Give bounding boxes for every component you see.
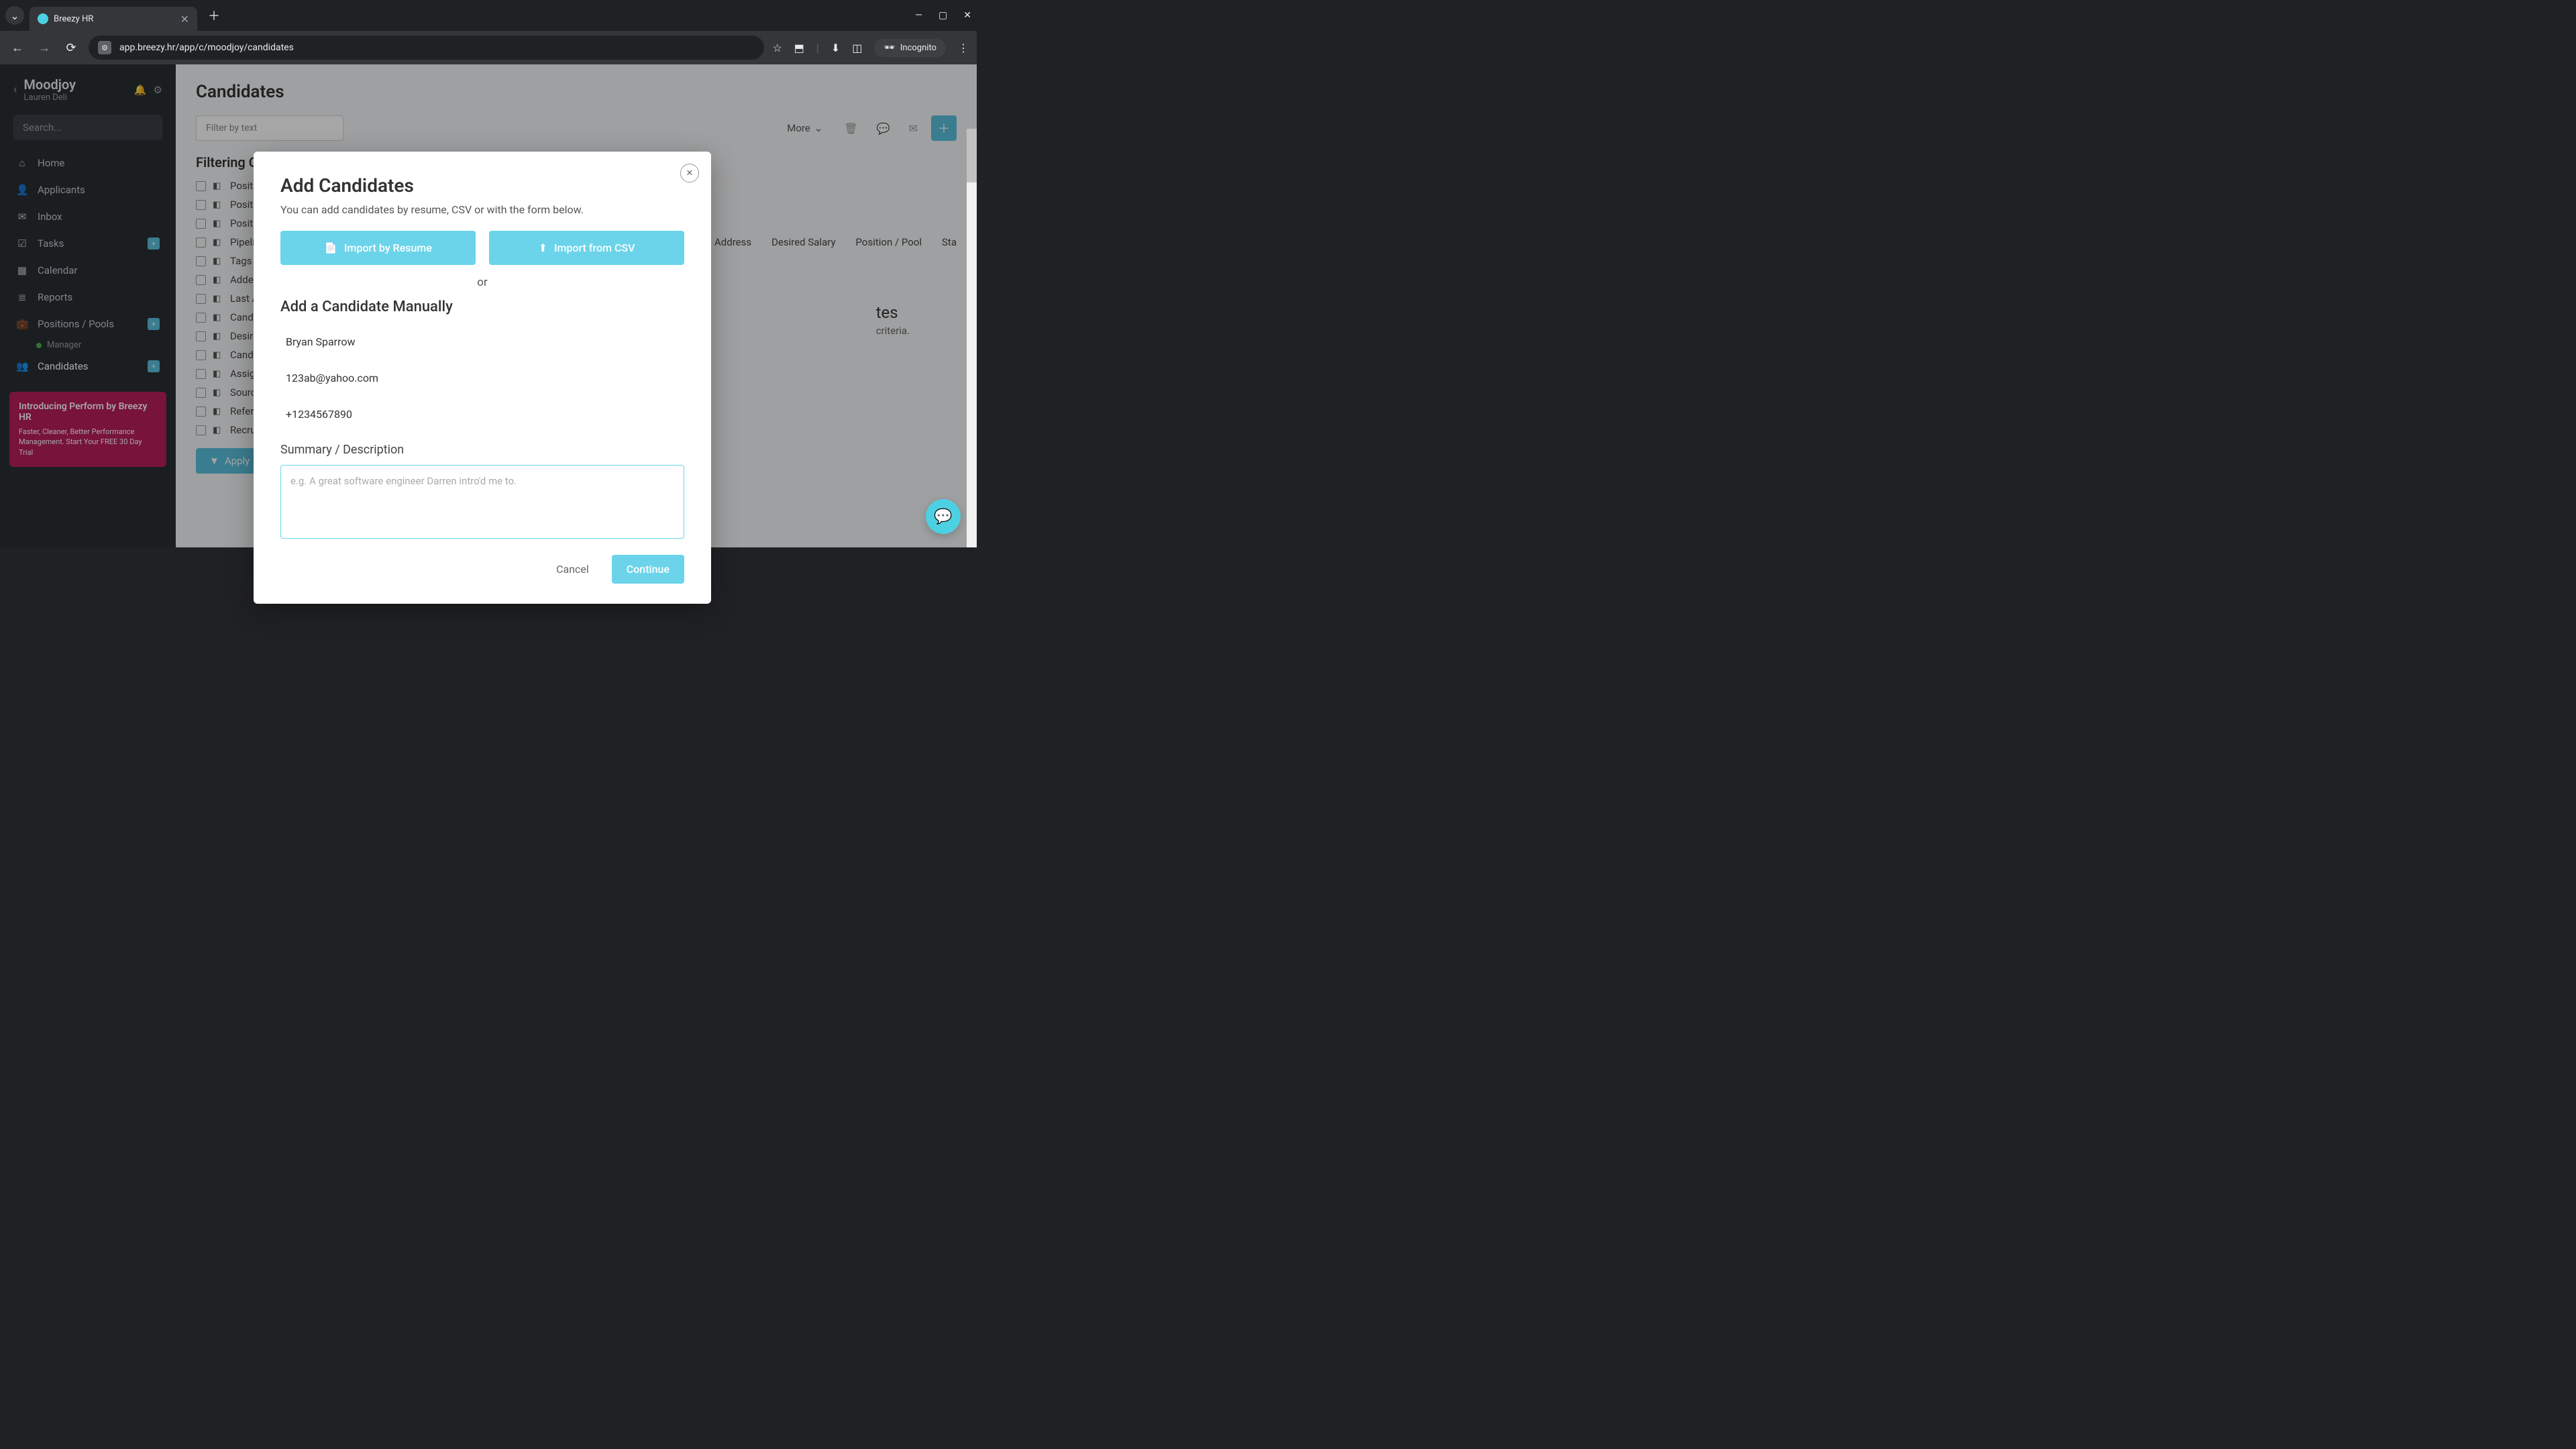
candidate-name-input[interactable] <box>280 327 684 357</box>
incognito-icon: 🕶 <box>883 43 895 53</box>
file-icon: 📄 <box>324 241 337 254</box>
cancel-button[interactable]: Cancel <box>547 556 598 582</box>
import-csv-button[interactable]: ⬆ Import from CSV <box>489 231 684 265</box>
tab-title: Breezy HR <box>54 14 180 24</box>
extensions-icon[interactable]: ⬒ <box>794 42 804 54</box>
summary-textarea[interactable] <box>280 465 684 539</box>
reload-button[interactable]: ⟳ <box>62 41 80 55</box>
forward-button[interactable]: → <box>35 41 54 55</box>
url-bar[interactable]: ⚙ app.breezy.hr/app/c/moodjoy/candidates <box>89 36 764 60</box>
candidate-phone-input[interactable] <box>280 400 684 429</box>
side-panel-icon[interactable]: ◫ <box>852 42 862 54</box>
minimize-button[interactable]: — <box>915 10 922 21</box>
close-tab-button[interactable]: ✕ <box>180 13 189 25</box>
scrollbar-track[interactable] <box>967 129 977 547</box>
close-modal-button[interactable]: ✕ <box>680 164 699 182</box>
window-controls: — ▢ ✕ <box>915 10 971 21</box>
chevron-down-icon: ⌄ <box>10 9 19 22</box>
modal-subtitle: You can add candidates by resume, CSV or… <box>280 203 684 216</box>
add-candidates-modal: ✕ Add Candidates You can add candidates … <box>254 152 711 604</box>
import-resume-button[interactable]: 📄 Import by Resume <box>280 231 476 265</box>
summary-label: Summary / Description <box>280 443 684 457</box>
manual-section-title: Add a Candidate Manually <box>280 299 684 315</box>
browser-tab[interactable]: Breezy HR ✕ <box>30 7 197 31</box>
upload-icon: ⬆ <box>539 241 547 254</box>
close-window-button[interactable]: ✕ <box>963 10 971 21</box>
site-info-icon[interactable]: ⚙ <box>98 41 111 54</box>
new-tab-button[interactable]: ＋ <box>208 7 220 24</box>
url-text: app.breezy.hr/app/c/moodjoy/candidates <box>119 42 294 53</box>
app-viewport: ‹ Moodjoy Lauren Deli 🔔 ⚙ Search... ⌂ Ho… <box>0 64 977 547</box>
menu-button[interactable]: ⋮ <box>958 42 969 54</box>
chat-icon: 💬 <box>934 508 952 525</box>
browser-tab-strip: ⌄ Breezy HR ✕ ＋ — ▢ ✕ <box>0 0 977 31</box>
favicon-icon <box>38 13 48 24</box>
maximize-button[interactable]: ▢ <box>938 10 947 21</box>
intercom-chat-button[interactable]: 💬 <box>926 499 961 534</box>
browser-toolbar: ← → ⟳ ⚙ app.breezy.hr/app/c/moodjoy/cand… <box>0 31 977 64</box>
or-separator: or <box>280 276 684 289</box>
tab-search-button[interactable]: ⌄ <box>5 6 24 25</box>
modal-title: Add Candidates <box>280 174 684 197</box>
incognito-badge[interactable]: 🕶 Incognito <box>874 39 946 57</box>
candidate-email-input[interactable] <box>280 364 684 393</box>
scrollbar-thumb[interactable] <box>967 129 977 182</box>
downloads-icon[interactable]: ⬇ <box>831 42 840 54</box>
incognito-label: Incognito <box>900 43 936 53</box>
bookmark-star-icon[interactable]: ☆ <box>772 42 782 54</box>
continue-button[interactable]: Continue <box>612 555 684 584</box>
back-button[interactable]: ← <box>8 41 27 55</box>
